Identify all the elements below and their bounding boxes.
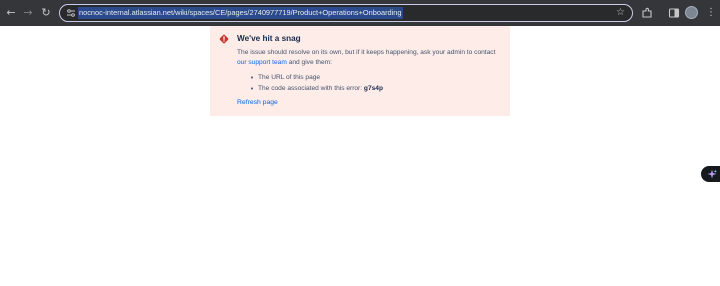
ai-sparkle-icon	[707, 169, 717, 179]
profile-avatar[interactable]	[685, 6, 698, 19]
support-team-link[interactable]: our support team	[237, 59, 287, 66]
bookmark-star-icon[interactable]: ☆	[616, 6, 625, 20]
error-title: We've hit a snag	[237, 34, 301, 43]
browser-toolbar: ← → ↻ nocnoc-internal.atlassian.net/wiki…	[0, 0, 720, 26]
refresh-page-link[interactable]: Refresh page	[237, 99, 278, 106]
list-item-text: The URL of this page	[258, 74, 321, 81]
list-item-text: The code associated with this error:	[258, 84, 364, 92]
description-text-end: and give them:	[286, 59, 332, 66]
back-icon[interactable]: ←	[4, 6, 18, 20]
extensions-icon[interactable]	[641, 7, 653, 19]
error-description: The issue should resolve on its own, but…	[237, 48, 505, 68]
address-bar[interactable]: nocnoc-internal.atlassian.net/wiki/space…	[59, 4, 633, 22]
error-code: g7s4p	[363, 84, 383, 92]
reload-icon[interactable]: ↻	[39, 6, 53, 20]
side-panel-icon[interactable]	[668, 7, 680, 19]
list-item: The code associated with this error: g7s…	[237, 84, 383, 95]
description-text: The issue should resolve on its own, but…	[237, 49, 496, 56]
url-text[interactable]: nocnoc-internal.atlassian.net/wiki/space…	[78, 7, 403, 19]
ai-assistant-button[interactable]	[701, 166, 720, 182]
forward-icon[interactable]: →	[21, 6, 35, 20]
error-message-panel: We've hit a snag The issue should resolv…	[210, 26, 510, 116]
error-icon	[219, 34, 229, 44]
list-item: The URL of this page	[237, 73, 383, 84]
site-info-icon[interactable]	[66, 8, 76, 18]
info-list: The URL of this page The code associated…	[237, 73, 383, 94]
more-menu-icon[interactable]: ⋮	[706, 6, 716, 20]
